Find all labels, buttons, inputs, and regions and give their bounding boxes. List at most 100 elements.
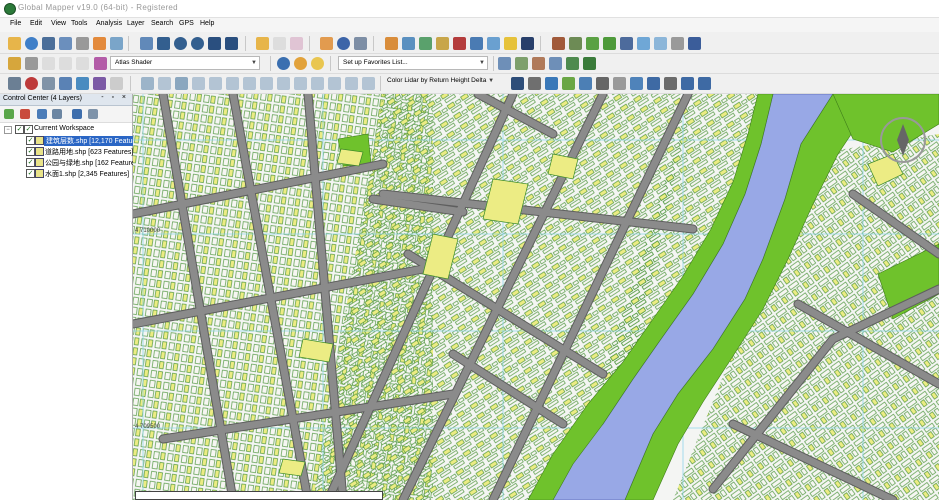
terrain-icon[interactable] [385,37,398,50]
edit-pin-icon[interactable] [25,57,38,70]
vertex-tool-icon-11[interactable] [311,77,324,90]
blank-icon-2[interactable] [59,57,72,70]
water-drop-icon[interactable] [637,37,650,50]
pencil-icon[interactable] [256,37,269,50]
vertex-tool-icon-12[interactable] [328,77,341,90]
path-tool-icon[interactable] [498,57,511,70]
lidar-tool-icon-4[interactable] [681,77,694,90]
config-wrench-icon[interactable] [76,37,89,50]
pan-tool-icon[interactable] [140,37,153,50]
layer-checkbox[interactable]: ✓ [26,136,35,145]
shader-combo[interactable]: Atlas Shader ▼ [110,56,260,70]
menu-search[interactable]: Search [151,20,173,27]
vertex-tool-icon-13[interactable] [345,77,358,90]
zoom-tool-icon[interactable] [157,37,170,50]
info-icon[interactable] [337,37,350,50]
vertex-tool-icon-3[interactable] [175,77,188,90]
vertex-tool-icon[interactable] [141,77,154,90]
tree-item-layer-water[interactable]: ✓ 水面1.shp [2,345 Features] [0,168,132,179]
panel-window-buttons[interactable]: - ▫ × [101,94,129,101]
path-tool-icon-2[interactable] [515,57,528,70]
path-tool-icon-4[interactable] [549,57,562,70]
blank-icon[interactable] [42,57,55,70]
layer-label[interactable]: 水面1.shp [2,345 Features] [45,169,129,179]
copy-icon[interactable] [59,77,72,90]
building-icon[interactable] [620,37,633,50]
triangle-icon[interactable] [596,77,609,90]
layer-label[interactable]: 公园与绿地.shp [162 Features] [45,158,140,168]
menu-analysis[interactable]: Analysis [96,20,122,27]
layer-checkbox[interactable]: ✓ [26,158,35,167]
map-view[interactable]: 4 710000 4 709500 [133,94,939,500]
layer-label[interactable]: 建筑层数.shp [12,170 Features] [44,136,147,146]
vertex-tool-icon-5[interactable] [209,77,222,90]
contour-icon[interactable] [436,37,449,50]
lidar-combo[interactable]: Color Lidar by Return Height Delta ▼ [387,77,494,84]
tree-shape-icon[interactable] [76,77,89,90]
menu-edit[interactable]: Edit [30,20,42,27]
map-canvas[interactable] [133,94,939,500]
close-layer-icon[interactable] [20,109,30,119]
layer-checkbox[interactable]: ✓ [26,147,35,156]
tree-item-workspace[interactable]: − ✓ ✓ Current Workspace [0,124,132,135]
home-icon[interactable] [225,37,238,50]
vertex-tool-icon-2[interactable] [158,77,171,90]
lidar-tool-icon-3[interactable] [664,77,677,90]
blank-icon-3[interactable] [76,57,89,70]
globe-icon[interactable] [277,57,290,70]
zoom-out-icon[interactable] [191,37,204,50]
menu-view[interactable]: View [51,20,66,27]
menu-gps[interactable]: GPS [179,20,194,27]
magnifier-icon[interactable] [688,37,701,50]
zoom-in-icon[interactable] [174,37,187,50]
digitize-icon[interactable] [8,57,21,70]
menu-layer[interactable]: Layer [127,20,145,27]
watershed-icon[interactable] [453,37,466,50]
lidar-filter-icon[interactable] [579,77,592,90]
vertex-tool-icon-14[interactable] [362,77,375,90]
vertex-tool-icon-7[interactable] [243,77,256,90]
path-tool-icon-3[interactable] [532,57,545,70]
measure-icon[interactable] [273,37,286,50]
flood-icon[interactable] [654,37,667,50]
layers-icon[interactable] [93,37,106,50]
profile-icon[interactable] [402,37,415,50]
lidar-profile-icon[interactable] [528,77,541,90]
search-layer-icon[interactable] [72,109,82,119]
path-tool-icon-6[interactable] [583,57,596,70]
add-layer-icon[interactable] [4,109,14,119]
tree-item-layer-buildings[interactable]: ✓ 建筑层数.shp [12,170 Features] [0,135,147,146]
workspace-checkbox[interactable]: ✓ [15,125,24,134]
lidar-class-icon[interactable] [545,77,558,90]
menu-file[interactable]: File [10,20,21,27]
menu-help[interactable]: Help [200,20,214,27]
shader-icon[interactable] [94,57,107,70]
3d-icon[interactable] [487,37,500,50]
path-tool-icon-5[interactable] [566,57,579,70]
lidar-tool-icon-2[interactable] [647,77,660,90]
menu-tools[interactable]: Tools [71,20,87,27]
moon-icon[interactable] [311,57,324,70]
save-icon[interactable] [42,37,55,50]
globe-download-icon[interactable] [25,37,38,50]
workspace-checkbox-2[interactable]: ✓ [24,125,33,134]
back-arrow-icon[interactable] [208,37,221,50]
delete-x-icon[interactable] [290,37,303,50]
vertex-tool-icon-9[interactable] [277,77,290,90]
favorites-combo[interactable]: Set up Favorites List... ▼ [338,56,488,70]
cross-tool-icon[interactable] [521,37,534,50]
lidar-pick-icon[interactable] [511,77,524,90]
forest-icon[interactable] [603,37,616,50]
layer-checkbox[interactable]: ✓ [26,169,35,178]
layer-view-icon[interactable] [88,109,98,119]
draw-icon[interactable] [8,77,21,90]
shapes-icon[interactable] [110,77,123,90]
line-icon[interactable] [671,37,684,50]
vertex-tool-icon-8[interactable] [260,77,273,90]
sun-icon[interactable] [294,57,307,70]
tree-item-layer-parks[interactable]: ✓ 公园与绿地.shp [162 Features] [0,157,140,168]
ruler-icon[interactable] [320,37,333,50]
open-folder-icon[interactable] [8,37,21,50]
layer-label[interactable]: 道路用地.shp [623 Features] [45,147,133,157]
fly-icon[interactable] [470,37,483,50]
